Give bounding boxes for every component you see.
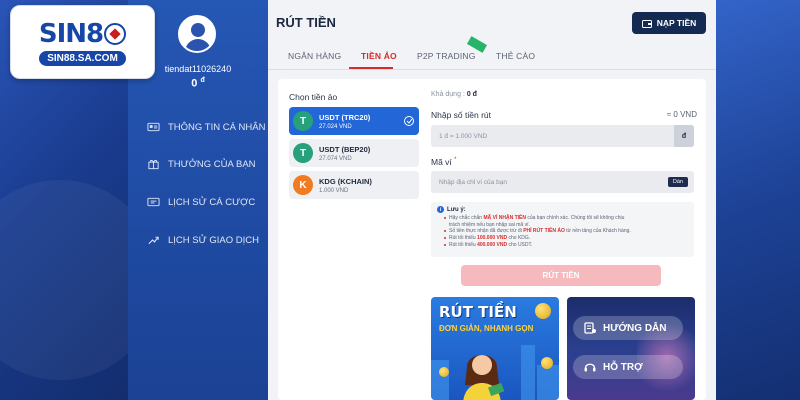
paste-button[interactable]: Dán [667, 177, 688, 187]
withdraw-card: Chọn tiền ảo T USDT (TRC20) 27.024 VND T… [278, 79, 706, 400]
note-line: Hãy chắc chắn MÃ VÍ NHẬN TIỀN của bạn ch… [444, 215, 688, 222]
available-label: Khả dụng : [431, 91, 465, 98]
crypto-rate: 27.074 VND [319, 155, 352, 162]
balance-value: 0 [191, 77, 198, 90]
support-button[interactable]: HỖ TRỢ [573, 355, 683, 379]
building-graphic [431, 360, 449, 400]
crypto-option-usdt-bep20[interactable]: T USDT (BEP20) 27.074 VND [289, 139, 419, 167]
sidebar-item-transaction-history[interactable]: LỊCH SỬ GIAO DỊCH [146, 231, 259, 249]
gift-icon [146, 158, 160, 170]
sidebar-item-label: THƯỞNG CỦA BẠN [168, 158, 256, 170]
wallet-placeholder: Nhập địa chỉ ví của bạn [439, 178, 507, 186]
amount-input[interactable]: 1 đ = 1.000 VND đ [431, 125, 694, 147]
available-balance: Khả dụng : 0 đ [431, 91, 477, 98]
active-tab-indicator [349, 67, 393, 69]
main-panel: RÚT TIỀN NẠP TIỀN NGÂN HÀNG TIỀN ẢO P2P … [268, 0, 716, 400]
sidebar-item-bet-history[interactable]: LỊCH SỬ CÁ CƯỢC [146, 193, 255, 211]
info-icon: i [437, 206, 444, 213]
usdt-icon: T [293, 143, 313, 163]
banner-subtitle: ĐƠN GIẢN, NHANH GỌN [439, 324, 534, 333]
page-title: RÚT TIỀN [276, 15, 336, 30]
headset-icon [584, 363, 596, 372]
balance-currency: đ [200, 77, 205, 84]
kdg-icon: K [293, 175, 313, 195]
tab-p2p-trading[interactable]: P2P TRADING [417, 51, 476, 61]
wallet-label-text: Mã ví [431, 157, 452, 167]
withdraw-promo-banner[interactable]: RÚT TIỀN ĐƠN GIẢN, NHANH GỌN [431, 297, 559, 400]
avatar[interactable] [178, 15, 216, 53]
logo-brand: SIN8 [38, 18, 104, 49]
sidebar-item-label: LỊCH SỬ GIAO DỊCH [168, 234, 259, 246]
crypto-name: KDG (KCHAIN) [319, 176, 372, 186]
coin-icon [541, 357, 553, 369]
sidebar-item-rewards[interactable]: THƯỞNG CỦA BẠN [146, 155, 256, 173]
wallet-label: Mã ví * [431, 157, 457, 167]
amount-conversion: ≈ 0 VND [666, 110, 697, 119]
logo-wordmark: SIN8 [38, 18, 127, 49]
logo[interactable]: SIN8 SIN88.SA.COM [10, 5, 155, 79]
available-value: 0 đ [466, 91, 477, 98]
notes-heading-text: Lưu ý: [447, 206, 466, 213]
id-card-icon [146, 121, 160, 133]
usdt-icon: T [293, 111, 313, 131]
tab-bar: NGÂN HÀNG TIỀN ẢO P2P TRADING THẺ CÀO [268, 40, 716, 70]
support-label: HỖ TRỢ [603, 361, 643, 373]
ticket-icon [146, 196, 160, 208]
building-graphic [521, 345, 535, 400]
note-line: Rút tối thiểu 400.000 VND cho USDT. [444, 242, 688, 249]
sidebar-item-label: LỊCH SỬ CÁ CƯỢC [168, 196, 256, 208]
football-icon [104, 22, 127, 45]
notes-heading: i Lưu ý: [437, 206, 688, 213]
wallet-address-input[interactable]: Nhập địa chỉ ví của bạn Dán [431, 171, 694, 193]
required-marker: * [454, 157, 457, 164]
crypto-rate: 27.024 VND [319, 123, 352, 130]
crypto-name: USDT (BEP20) [319, 144, 371, 154]
building-graphic [537, 365, 559, 400]
crypto-select-label: Chọn tiền ảo [289, 92, 338, 102]
crypto-name: USDT (TRC20) [319, 112, 371, 122]
coin-icon [535, 303, 551, 319]
amount-label: Nhập số tiền rút [431, 110, 492, 120]
sidebar-item-label: THÔNG TIN CÁ NHÂN [168, 121, 266, 133]
amount-placeholder: 1 đ = 1.000 VND [439, 132, 488, 140]
notes-list: Hãy chắc chắn MÃ VÍ NHẬN TIỀN của bạn ch… [437, 215, 688, 249]
transaction-icon [146, 234, 160, 246]
coin-icon [439, 367, 449, 377]
banner-title: RÚT TIỀN [439, 303, 517, 321]
tab-scratch-card[interactable]: THẺ CÀO [496, 51, 535, 61]
check-icon [404, 116, 414, 126]
crypto-option-kdg-kchain[interactable]: K KDG (KCHAIN) 1.000 VND [289, 171, 419, 199]
book-icon [584, 322, 596, 334]
crypto-rate: 1.000 VND [319, 187, 349, 194]
deposit-label: NẠP TIỀN [656, 18, 697, 28]
withdraw-button[interactable]: RÚT TIỀN [461, 265, 661, 286]
note-line: Rút tối thiểu 100.000 VND cho KDG. [444, 235, 688, 242]
guide-button[interactable]: HƯỚNG DẪN [573, 316, 683, 340]
wallet-icon [641, 19, 652, 28]
logo-domain: SIN88.SA.COM [39, 50, 126, 66]
crypto-option-usdt-trc20[interactable]: T USDT (TRC20) 27.024 VND [289, 107, 419, 135]
sidebar-item-profile[interactable]: THÔNG TIN CÁ NHÂN [146, 118, 265, 136]
person-illustration [463, 355, 505, 400]
user-balance: 0 đ [128, 77, 268, 90]
support-banner: HƯỚNG DẪN HỖ TRỢ [567, 297, 695, 400]
amount-unit: đ [674, 125, 694, 147]
deposit-button[interactable]: NẠP TIỀN [632, 12, 706, 34]
tab-bank[interactable]: NGÂN HÀNG [288, 51, 341, 61]
background-right [716, 0, 800, 400]
tab-crypto[interactable]: TIỀN ẢO [361, 51, 397, 61]
notes-box: i Lưu ý: Hãy chắc chắn MÃ VÍ NHẬN TIỀN c… [431, 202, 694, 257]
guide-label: HƯỚNG DẪN [603, 322, 667, 334]
